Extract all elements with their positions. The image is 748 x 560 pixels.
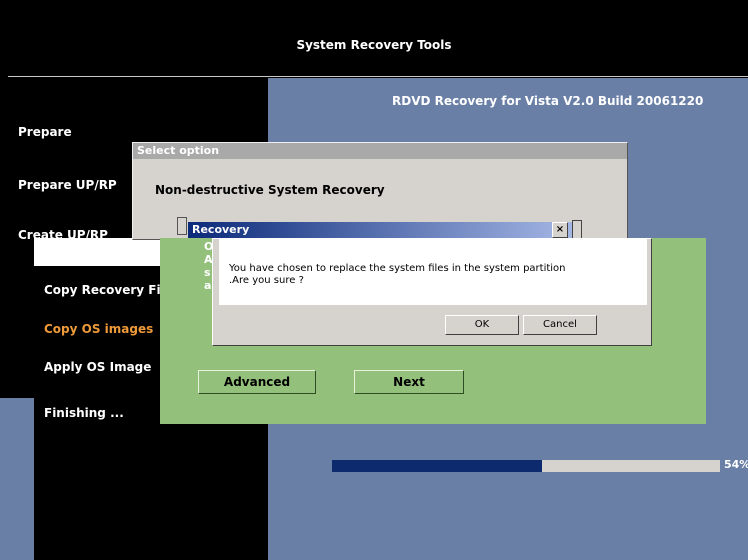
advanced-button[interactable]: Advanced bbox=[198, 370, 316, 394]
step-finishing: Finishing ... bbox=[44, 406, 124, 420]
recovery-dialog-title: Recovery bbox=[192, 223, 250, 236]
close-icon[interactable]: × bbox=[552, 222, 568, 238]
overlay-strip bbox=[34, 238, 160, 266]
app-title: System Recovery Tools bbox=[296, 38, 452, 52]
step-copy-os-images: Copy OS images bbox=[44, 322, 154, 336]
version-label: RDVD Recovery for Vista V2.0 Build 20061… bbox=[392, 94, 704, 108]
lower-left-panel bbox=[0, 398, 34, 560]
header-divider bbox=[8, 76, 748, 77]
recovery-confirm-dialog: You have chosen to replace the system fi… bbox=[212, 238, 652, 346]
ok-button[interactable]: OK bbox=[445, 315, 519, 335]
select-option-titlebar[interactable]: Select option bbox=[133, 143, 627, 159]
progress-percent: 54% bbox=[724, 458, 748, 471]
confirm-message: You have chosen to replace the system fi… bbox=[229, 263, 566, 286]
cancel-button[interactable]: Cancel bbox=[523, 315, 597, 335]
progress-fill bbox=[332, 460, 542, 472]
step-prepare: Prepare bbox=[18, 125, 72, 139]
recovery-dialog-titlebar[interactable]: Recovery bbox=[188, 222, 580, 238]
select-option-title: Select option bbox=[137, 144, 220, 157]
options-panel: O A s a Advanced Next You have chosen to… bbox=[160, 238, 706, 424]
step-apply-os-image: Apply OS Image bbox=[44, 360, 152, 374]
scroll-rail bbox=[572, 220, 582, 240]
recovery-mode-heading: Non-destructive System Recovery bbox=[155, 183, 385, 197]
message-area: You have chosen to replace the system fi… bbox=[219, 239, 647, 305]
step-copy-recovery-file: Copy Recovery File bbox=[44, 283, 173, 297]
next-button[interactable]: Next bbox=[354, 370, 464, 394]
progress-bar bbox=[332, 460, 720, 472]
step-prepare-uprp: Prepare UP/RP bbox=[18, 178, 117, 192]
option-frame-edge bbox=[177, 217, 187, 235]
